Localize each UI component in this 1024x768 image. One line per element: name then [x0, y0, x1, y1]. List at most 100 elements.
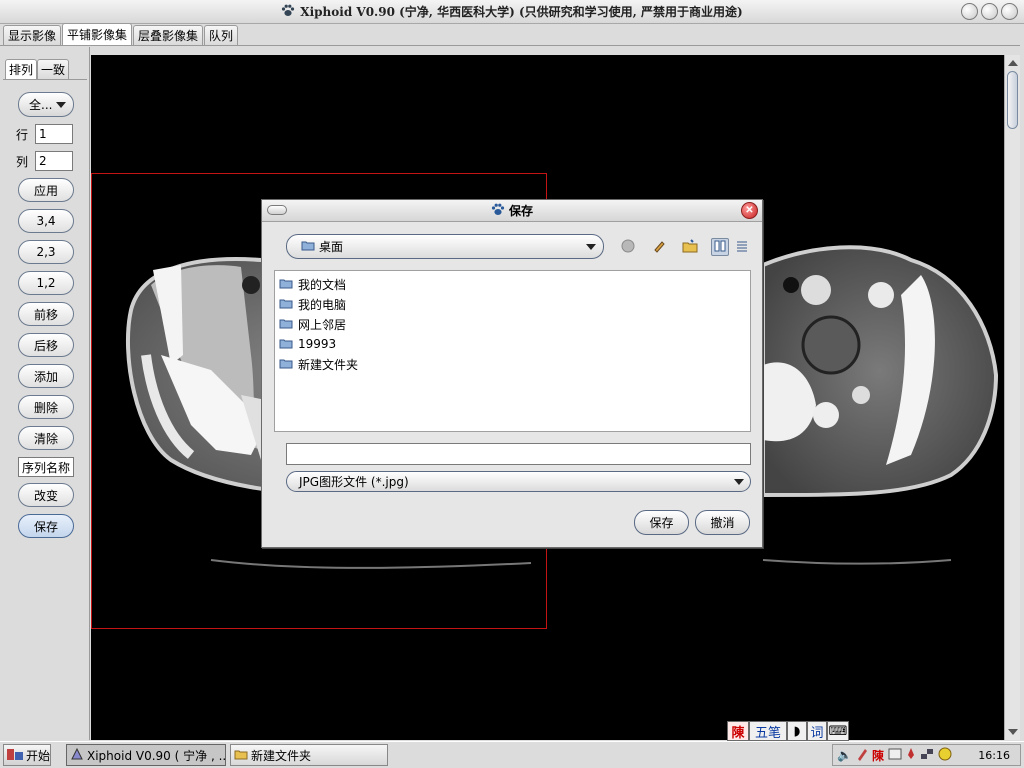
ime-chen-button[interactable]: 陳 — [727, 721, 749, 741]
file-name: 网上邻居 — [298, 317, 347, 332]
taskbar-item-label: Xiphoid V0.90 ( 宁净 , ... — [87, 748, 226, 763]
filetype-combo[interactable]: JPG图形文件 (*.jpg) — [286, 471, 751, 492]
row-field[interactable]: 1 — [35, 124, 73, 144]
new-folder-button[interactable] — [681, 238, 699, 256]
rocket-icon[interactable] — [906, 747, 916, 764]
clock: 16:16 — [978, 748, 1010, 762]
delete-button[interactable]: 删除 — [18, 395, 74, 419]
change-button[interactable]: 改变 — [18, 483, 74, 507]
chevron-down-icon — [734, 479, 744, 485]
chevron-down-icon — [56, 102, 66, 108]
close-button[interactable] — [1001, 3, 1018, 20]
layout-23-button[interactable]: 2,3 — [18, 240, 74, 264]
network-icon[interactable] — [920, 747, 934, 764]
folder-icon — [279, 297, 293, 312]
scroll-down-icon[interactable] — [1008, 729, 1018, 735]
list-item[interactable]: 网上邻居 — [275, 314, 750, 334]
move-back-button[interactable]: 后移 — [18, 333, 74, 357]
scroll-up-icon[interactable] — [1008, 60, 1018, 66]
layout-34-button[interactable]: 3,4 — [18, 209, 74, 233]
ime-status-bar: 陳 五笔 ◗ 词 ⌨ — [727, 721, 849, 741]
list-item[interactable]: 新建文件夹 — [275, 354, 750, 374]
folder-icon — [279, 357, 293, 372]
dialog-close-button[interactable]: ✕ — [741, 202, 758, 219]
tab-tile-image-set[interactable]: 平铺影像集 — [62, 23, 133, 45]
app-icon — [70, 747, 84, 764]
look-in-combo[interactable]: 桌面 — [286, 234, 604, 259]
move-forward-button[interactable]: 前移 — [18, 302, 74, 326]
list-view-icon — [714, 240, 726, 255]
tab-display-image[interactable]: 显示影像 — [3, 25, 62, 45]
tab-stack-image-set[interactable]: 层叠影像集 — [133, 25, 204, 45]
file-name: 我的电脑 — [298, 297, 347, 312]
dialog-cancel-button[interactable]: 撤消 — [695, 510, 750, 535]
list-item[interactable]: 我的电脑 — [275, 294, 750, 314]
details-view-button[interactable] — [733, 238, 751, 256]
ime-ci-button[interactable]: 词 — [807, 721, 827, 741]
add-button[interactable]: 添加 — [18, 364, 74, 388]
paw-icon — [491, 203, 505, 219]
details-view-icon — [736, 240, 748, 255]
file-name: 新建文件夹 — [298, 357, 359, 372]
main-tabs: 显示影像 平铺影像集 层叠影像集 队列 — [0, 23, 1024, 46]
scroll-thumb[interactable] — [1007, 71, 1018, 129]
apply-button[interactable]: 应用 — [18, 178, 74, 202]
alert-icon[interactable] — [938, 747, 952, 764]
folder-icon — [234, 748, 248, 763]
vertical-scrollbar[interactable] — [1004, 55, 1020, 740]
sequence-name-field[interactable]: 序列名称 — [18, 457, 74, 477]
tab-consistent[interactable]: 一致 — [37, 59, 70, 79]
file-list: 我的文档 我的电脑 网上邻居 19993 新建文件夹 — [274, 270, 751, 432]
maximize-button[interactable] — [981, 3, 998, 20]
chevron-down-icon — [586, 244, 596, 250]
start-icon — [6, 746, 24, 765]
taskbar-item-xiphoid[interactable]: Xiphoid V0.90 ( 宁净 , ... — [66, 744, 226, 766]
filetype-value: JPG图形文件 (*.jpg) — [299, 475, 409, 489]
save-button[interactable]: 保存 — [18, 514, 74, 538]
window-title: Xiphoid V0.90 (宁净, 华西医科大学) (只供研究和学习使用, 严… — [281, 3, 743, 20]
start-button[interactable]: 开始 — [3, 744, 51, 766]
taskbar-item-new-folder[interactable]: 新建文件夹 — [230, 744, 388, 766]
left-panel: 排列 一致 全... 行 1 列 2 应用 3,4 2,3 1,2 前移 后移 … — [0, 47, 90, 740]
filename-input[interactable] — [286, 443, 751, 465]
ime-wubi-button[interactable]: 五笔 — [749, 721, 787, 741]
folder-icon — [301, 239, 315, 254]
up-folder-button[interactable] — [619, 238, 637, 256]
row-label: 行 — [16, 128, 29, 142]
ime-tray-icon[interactable] — [888, 747, 902, 764]
clear-button[interactable]: 清除 — [18, 426, 74, 450]
ct-slice-right — [761, 245, 999, 565]
dialog-save-button[interactable]: 保存 — [634, 510, 689, 535]
minimize-button[interactable] — [961, 3, 978, 20]
look-in-value: 桌面 — [319, 240, 344, 254]
home-button[interactable] — [650, 238, 668, 256]
taskbar-item-label: 新建文件夹 — [251, 748, 312, 763]
half-moon-icon: ◗ — [793, 723, 801, 739]
save-dialog: 保存 ✕ 桌面 我的文档 我的电脑 网上邻居 19993 新建文件夹 JPG图形… — [261, 199, 763, 548]
tab-arrange[interactable]: 排列 — [5, 59, 38, 79]
new-folder-icon — [682, 238, 698, 256]
ime-moon-button[interactable]: ◗ — [787, 721, 807, 741]
circle-icon — [621, 239, 635, 256]
pen-icon[interactable] — [856, 747, 868, 764]
dialog-menu-button[interactable] — [267, 205, 287, 215]
folder-icon — [279, 277, 293, 292]
list-view-button[interactable] — [711, 238, 729, 256]
layout-combo[interactable]: 全... — [18, 92, 74, 117]
folder-icon — [279, 337, 293, 352]
list-item[interactable]: 19993 — [275, 334, 750, 354]
taskbar: 开始 Xiphoid V0.90 ( 宁净 , ... 新建文件夹 🔈 陳 16… — [0, 741, 1024, 768]
col-field[interactable]: 2 — [35, 151, 73, 171]
list-item[interactable]: 我的文档 — [275, 274, 750, 294]
dialog-title-bar: 保存 ✕ — [262, 200, 762, 222]
close-icon: ✕ — [745, 205, 754, 216]
speaker-icon[interactable]: 🔈 — [837, 748, 852, 762]
col-label: 列 — [16, 155, 29, 169]
pen-icon — [652, 239, 666, 256]
layout-12-button[interactable]: 1,2 — [18, 271, 74, 295]
file-name: 19993 — [298, 337, 337, 351]
ime-tray-chen[interactable]: 陳 — [872, 747, 884, 764]
folder-icon — [279, 317, 293, 332]
tab-queue[interactable]: 队列 — [204, 25, 239, 45]
ime-keyboard-button[interactable]: ⌨ — [827, 721, 849, 741]
